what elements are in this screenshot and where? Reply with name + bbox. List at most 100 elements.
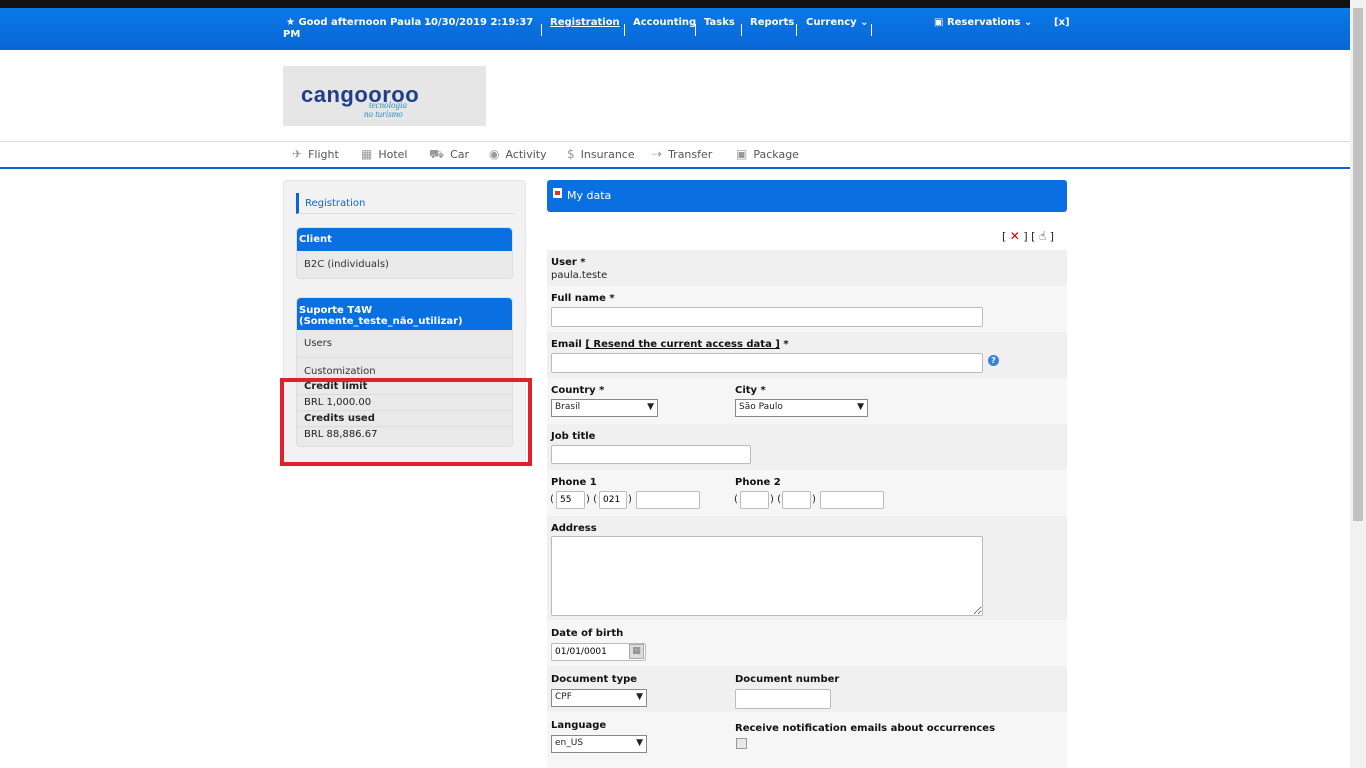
nav-label: Car [450,148,470,161]
separator [741,24,742,36]
greeting-menu[interactable]: ★ Good afternoon Paula ⌄ [286,17,433,28]
sidebar-registration-label: Registration [305,198,366,209]
package-icon: ▣ [736,147,748,161]
page-scrollbar[interactable] [1350,0,1366,768]
nav-transfer[interactable]: ⇢ Transfer [652,147,712,161]
nav-label: Flight [308,148,339,161]
paren: ) ( [586,494,597,505]
phone2-country-input[interactable] [740,491,769,509]
sidebar-item-users[interactable]: Users [297,330,512,358]
row-location: Country * Brasil ▼ City * São Paulo ▼ [547,378,1067,424]
datetime: 10/30/2019 2:19:37 [424,17,534,28]
nav-insurance[interactable]: $ Insurance [567,147,635,161]
country-label: Country * [551,385,605,396]
nav-label: Activity [505,148,547,161]
logo-tagline-line2: no turismo [364,109,403,119]
menu-registration[interactable]: Registration [550,17,620,28]
sidebar-registration[interactable]: Registration [296,193,514,214]
nav-car[interactable]: ⛟ Car [429,147,469,163]
dropdown-arrow-icon: ▼ [857,402,864,412]
menu-tasks[interactable]: Tasks [704,17,735,28]
resend-access-link[interactable]: [ Resend the current access data ] [585,339,780,350]
email-label: Email [551,339,582,350]
cancel-icon[interactable]: ✕ [1010,229,1020,243]
sidebar-item-b2c[interactable]: B2C (individuals) [297,251,512,278]
phone2-number-input[interactable] [820,491,884,509]
client-heading: Client [297,228,512,251]
row-email: Email [ Resend the current access data ]… [547,332,1067,378]
phone2-label: Phone 2 [735,477,781,488]
sidebar-item-customization[interactable]: Customization [297,358,512,379]
dropdown-arrow-icon: ▼ [636,692,643,702]
fullname-label: Full name * [551,293,615,304]
save-icon[interactable]: ☝ [1039,229,1046,243]
phone1-country-input[interactable] [556,491,585,509]
close-button[interactable]: [x] [1054,17,1070,28]
email-input[interactable] [551,353,983,373]
car-icon: ⛟ [429,147,445,161]
support-heading-line1: Suporte T4W [299,305,373,316]
doctype-select[interactable]: CPF ▼ [551,689,647,707]
docnum-input[interactable] [735,689,831,709]
separator [541,24,542,36]
paren: ) ( [770,494,781,505]
plane-icon: ✈ [292,147,303,161]
product-nav: ✈ Flight ▦ Hotel ⛟ Car ◉ Activity $ Insurance… [0,141,1350,169]
separator [871,24,872,36]
support-heading: Suporte T4W (Somente_teste_não_utilizar) [297,298,512,330]
paren: ) [628,494,632,505]
language-select[interactable]: en_US ▼ [551,735,647,753]
help-icon[interactable]: ? [988,355,999,366]
paren: ( [550,494,554,505]
reservations-icon: ▣ [934,17,944,28]
client-block: Client B2C (individuals) [296,227,513,279]
country-select[interactable]: Brasil ▼ [551,399,658,417]
nav-hotel[interactable]: ▦ Hotel [361,147,407,161]
phone2-area-input[interactable] [782,491,811,509]
phone1-area-input[interactable] [599,491,627,509]
fullname-input[interactable] [551,307,983,327]
nav-package[interactable]: ▣ Package [736,147,799,161]
menu-reports[interactable]: Reports [750,17,794,28]
nav-flight[interactable]: ✈ Flight [292,147,339,161]
my-data-form: User * paula.teste Full name * Email [ R… [547,250,1067,768]
row-phones: Phone 1 ( ) ( ) Phone 2 ( ) ( ) [547,470,1067,516]
country-value: Brasil [555,402,581,412]
address-textarea[interactable] [551,536,983,616]
required-star: * [783,339,789,350]
calendar-icon[interactable]: ▦ [629,644,644,659]
phone1-number-input[interactable] [636,491,700,509]
paren: ) [812,494,816,505]
doctype-value: CPF [555,692,572,702]
logo: cangooroo tecnologia no turismo [283,66,486,126]
user-label: User * [551,257,586,268]
bracket: [ [1002,230,1007,243]
panel-actions: [ ✕ ] [ ☝ ] [1002,229,1054,243]
row-fullname: Full name * [547,286,1067,332]
job-input[interactable] [551,445,751,464]
city-label: City * [735,385,766,396]
doctype-label: Document type [551,674,638,685]
reservations-label: Reservations ⌄ [946,17,1033,28]
scrollbar-thumb[interactable] [1353,8,1363,521]
language-label: Language [551,720,607,731]
row-document: Document type CPF ▼ Document number [547,666,1067,712]
docnum-label: Document number [735,674,840,685]
notification-checkbox[interactable] [736,738,747,749]
row-job: Job title [547,424,1067,470]
menu-currency[interactable]: Currency ⌄ [806,17,869,28]
separator [796,24,797,36]
city-select[interactable]: São Paulo ▼ [735,399,868,417]
row-language: Language en_US ▼ Receive notification ema… [547,712,1067,768]
hotel-icon: ▦ [361,147,373,161]
nav-label: Transfer [668,148,713,161]
transfer-icon: ⇢ [652,147,663,161]
nav-activity[interactable]: ◉ Activity [489,147,547,161]
menu-reservations[interactable]: ▣ Reservations ⌄ [934,17,1032,28]
city-value: São Paulo [739,402,783,412]
menu-accounting[interactable]: Accounting [633,17,696,28]
highlight-box [280,378,532,466]
nav-label: Hotel [378,148,408,161]
top-bar: ★ Good afternoon Paula ⌄ 10/30/2019 2:19… [0,0,1350,50]
user-value: paula.teste [551,270,608,281]
